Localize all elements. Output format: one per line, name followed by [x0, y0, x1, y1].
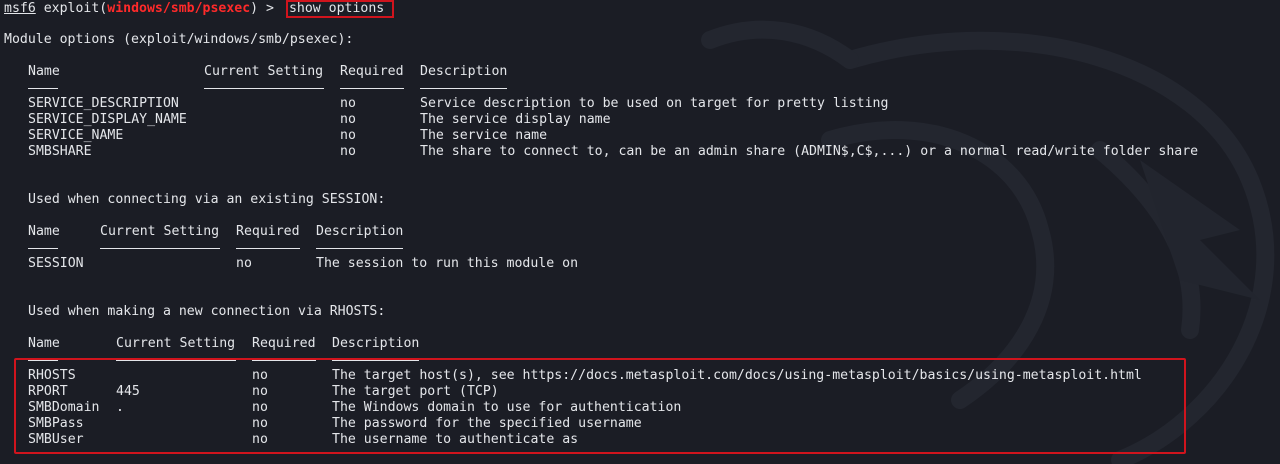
module-options-header: Module options (exploit/windows/smb/psex… [4, 32, 354, 47]
option-required: no [340, 112, 356, 127]
option-description: The target host(s), see https://docs.met… [332, 368, 1142, 383]
option-name: SERVICE_DISPLAY_NAME [28, 112, 187, 127]
option-name: SERVICE_DESCRIPTION [28, 96, 179, 111]
column-underline [204, 88, 324, 89]
option-description: The service name [420, 128, 548, 143]
section-title-rhosts: Used when making a new connection via RH… [28, 304, 386, 319]
column-header-description: Description [316, 224, 404, 239]
option-name: SERVICE_NAME [28, 128, 124, 143]
terminal-window[interactable]: msf6 exploit(windows/smb/psexec) > show … [0, 0, 1280, 464]
option-current-setting: . [116, 400, 124, 415]
option-description: The target port (TCP) [332, 384, 499, 399]
column-underline [316, 248, 403, 249]
column-underline [28, 248, 58, 249]
column-header-name: Name [28, 64, 60, 79]
option-name: SMBSHARE [28, 144, 92, 159]
prompt-module-suffix: ) > [250, 1, 282, 16]
column-underline [100, 248, 220, 249]
option-description: The Windows domain to use for authentica… [332, 400, 682, 415]
prompt-module-name: windows/smb/psexec [107, 1, 251, 16]
option-description: The session to run this module on [316, 256, 579, 271]
option-description: The username to authenticate as [332, 432, 579, 447]
option-required: no [252, 432, 268, 447]
option-required: no [252, 400, 268, 415]
command-text: show options [288, 1, 385, 16]
column-header-current-setting: Current Setting [100, 224, 220, 239]
command-prompt-line: msf6 exploit(windows/smb/psexec) > show … [4, 0, 395, 18]
option-current-setting: 445 [116, 384, 140, 399]
option-required: no [340, 128, 356, 143]
column-header-current-setting: Current Setting [204, 64, 324, 79]
option-name: SMBDomain [28, 400, 100, 415]
option-description: The share to connect to, can be an admin… [420, 144, 1199, 159]
option-name: SMBPass [28, 416, 84, 431]
column-underline [340, 88, 404, 89]
column-header-current-setting: Current Setting [116, 336, 236, 351]
option-description: Service description to be used on target… [420, 96, 889, 111]
option-required: no [340, 144, 356, 159]
column-header-description: Description [420, 64, 508, 79]
option-required: no [252, 416, 268, 431]
option-required: no [340, 96, 356, 111]
column-header-name: Name [28, 336, 60, 351]
prompt-host: msf6 [4, 1, 36, 16]
option-required: no [252, 384, 268, 399]
option-description: The service display name [420, 112, 611, 127]
option-name: SESSION [28, 256, 84, 271]
command-input[interactable]: show options [285, 0, 395, 18]
option-name: RPORT [28, 384, 68, 399]
prompt-module-prefix: exploit( [43, 1, 108, 16]
section-title-session: Used when connecting via an existing SES… [28, 192, 386, 207]
option-required: no [236, 256, 252, 271]
column-underline [236, 248, 300, 249]
option-name: RHOSTS [28, 368, 76, 383]
column-header-description: Description [332, 336, 420, 351]
column-underline [28, 88, 58, 89]
option-name: SMBUser [28, 432, 84, 447]
column-header-name: Name [28, 224, 60, 239]
option-required: no [252, 368, 268, 383]
column-header-required: Required [236, 224, 300, 239]
column-underline [420, 88, 507, 89]
column-header-required: Required [252, 336, 316, 351]
column-header-required: Required [340, 64, 404, 79]
option-description: The password for the specified username [332, 416, 642, 431]
